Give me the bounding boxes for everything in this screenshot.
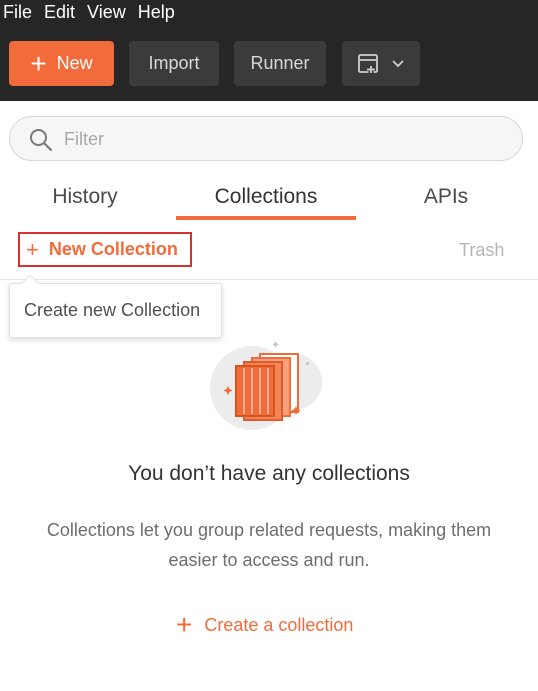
import-button[interactable]: Import (129, 41, 219, 86)
menu-edit[interactable]: Edit (40, 0, 83, 25)
menu-file[interactable]: File (0, 0, 40, 25)
empty-state-title: You don’t have any collections (128, 462, 410, 485)
tab-collections[interactable]: Collections (176, 175, 356, 222)
new-collection-button[interactable]: + New Collection (18, 232, 192, 267)
filter-input[interactable] (64, 125, 504, 153)
create-collection-label: Create a collection (204, 614, 354, 635)
trash-link[interactable]: Trash (459, 240, 504, 261)
new-button-label: New (56, 53, 93, 73)
chevron-down-icon (392, 59, 404, 67)
empty-state-description-line-2: easier to access and run. (168, 550, 370, 570)
toolbar: + New Import Runner (0, 25, 538, 101)
runner-button[interactable]: Runner (234, 41, 326, 86)
new-button[interactable]: + New (9, 41, 114, 86)
menu-view[interactable]: View (83, 0, 134, 25)
sidebar-tabs: History Collections APIs (0, 175, 538, 222)
collections-actions-row: + New Collection Trash (0, 222, 538, 280)
postman-sidebar: File Edit View Help + New Import Runner (0, 0, 538, 691)
tab-apis[interactable]: APIs (370, 175, 522, 222)
empty-collections-illustration-icon (210, 340, 322, 430)
active-tab-indicator (176, 216, 356, 220)
search-icon (30, 129, 53, 152)
import-button-label: Import (148, 53, 200, 73)
empty-state-description: Collections let you group related reques… (30, 515, 508, 575)
menu-help[interactable]: Help (134, 0, 183, 25)
tab-history[interactable]: History (10, 175, 160, 222)
plus-icon: + (30, 47, 47, 79)
tooltip-text: Create new Collection (24, 300, 201, 320)
menu-bar: File Edit View Help (0, 0, 538, 25)
runner-button-label: Runner (250, 53, 310, 73)
new-window-dropdown-button[interactable] (342, 41, 420, 86)
new-window-icon (358, 53, 378, 73)
new-collection-label: New Collection (48, 239, 178, 259)
plus-icon: + (176, 609, 193, 640)
plus-icon: + (26, 236, 39, 262)
filter-search (9, 116, 523, 161)
empty-state-description-line-1: Collections let you group related reques… (46, 520, 492, 540)
create-collection-link[interactable]: + Create a collection (176, 610, 353, 640)
new-collection-tooltip: Create new Collection (9, 274, 222, 338)
